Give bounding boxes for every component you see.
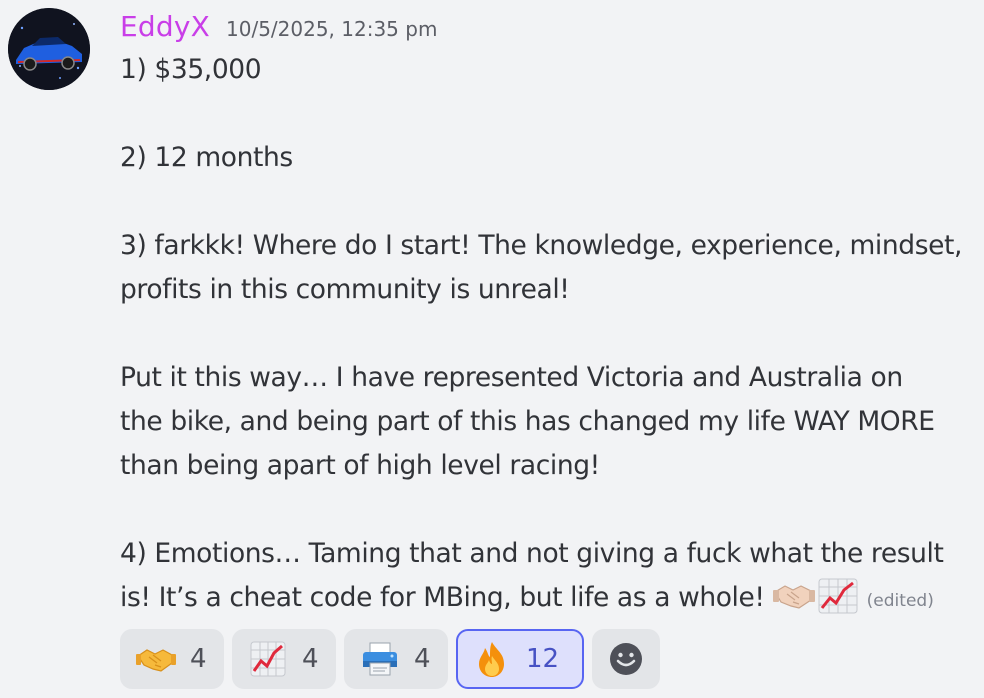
reaction-count: 4 [190,644,207,674]
printer-icon [360,639,400,679]
message-line: 2) 12 months [120,142,293,173]
message-line: profits in this community is unreal! [120,274,570,305]
message-line: 3) farkkk! Where do I start! The knowled… [120,230,963,261]
car-avatar-image [8,8,90,90]
message-line: 1) $35,000 [120,54,262,85]
message-line-text: is! It’s a cheat code for MBing, but lif… [120,582,765,613]
message-line: than being apart of high level racing! [120,450,600,481]
message-line: 4) Emotions… Taming that and not giving … [120,538,944,569]
message-header: EddyX 10/5/2025, 12:35 pm [120,10,437,46]
chart-increasing-icon[interactable] [817,578,859,614]
message-content: 1) $35,000 2) 12 months 3) farkkk! Where… [120,48,984,623]
reactions-bar: 4 4 4 12 [120,629,660,689]
reaction-fire[interactable]: 12 [456,629,584,689]
avatar[interactable] [8,8,90,90]
timestamp[interactable]: 10/5/2025, 12:35 pm [226,17,437,41]
chat-message: EddyX 10/5/2025, 12:35 pm 1) $35,000 2) … [0,0,984,698]
reaction-count: 4 [302,644,319,674]
reaction-count: 4 [414,644,431,674]
add-reaction-button[interactable] [592,629,660,689]
smiley-add-icon [610,643,642,675]
reaction-handshake[interactable]: 4 [120,629,224,689]
handshake-icon[interactable] [772,578,815,614]
reaction-printer[interactable]: 4 [344,629,448,689]
reaction-chart[interactable]: 4 [232,629,336,689]
chart-increasing-icon [248,639,288,679]
edited-label: (edited) [866,591,934,611]
message-last-line: is! It’s a cheat code for MBing, but lif… [120,576,984,623]
username[interactable]: EddyX [120,10,210,43]
handshake-icon [136,639,176,679]
message-line: the bike, and being part of this has cha… [120,406,935,437]
message-line: Put it this way… I have represented Vict… [120,362,903,393]
reaction-count: 12 [526,644,560,674]
fire-icon [472,639,512,679]
